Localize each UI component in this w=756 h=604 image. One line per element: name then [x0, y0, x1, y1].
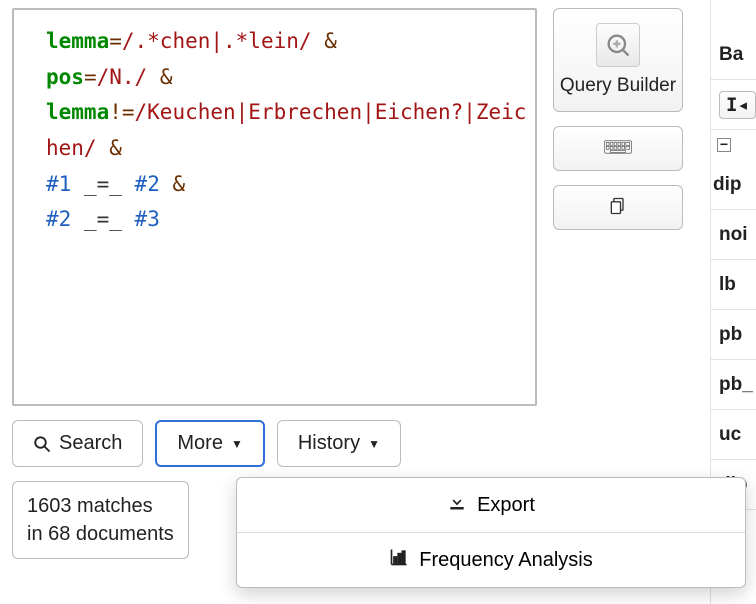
- skip-start-icon: I◂: [719, 91, 756, 119]
- search-icon: [33, 435, 51, 453]
- right-strip-row[interactable]: pb_: [711, 360, 756, 410]
- copy-button[interactable]: [553, 185, 683, 230]
- virtual-keyboard-button[interactable]: [553, 126, 683, 171]
- matches-count: 1603 matches: [27, 492, 174, 520]
- query-builder-label: Query Builder: [560, 75, 676, 97]
- documents-count: in 68 documents: [27, 520, 174, 548]
- right-strip-row[interactable]: Ba: [711, 30, 756, 80]
- right-strip-row[interactable]: pb: [711, 310, 756, 360]
- more-button[interactable]: More ▼: [155, 420, 264, 467]
- more-label: More: [177, 432, 223, 455]
- search-label: Search: [59, 432, 122, 455]
- more-dropdown: Export Frequency Analysis: [236, 477, 746, 588]
- collapse-icon[interactable]: −: [717, 138, 731, 152]
- right-strip-row[interactable]: uc: [711, 410, 756, 460]
- history-button[interactable]: History ▼: [277, 420, 401, 467]
- caret-down-icon: ▼: [368, 437, 380, 451]
- query-editor[interactable]: lemma=/.*chen|.*lein/ &pos=/N./ &lemma!=…: [12, 8, 537, 406]
- keyboard-icon: [604, 137, 632, 160]
- right-strip-row[interactable]: dip: [711, 160, 756, 210]
- caret-down-icon: ▼: [231, 437, 243, 451]
- copy-icon: [604, 196, 632, 219]
- right-strip-row[interactable]: I◂: [711, 80, 756, 130]
- barchart-icon: [389, 547, 409, 573]
- download-icon: [447, 492, 467, 518]
- results-summary: 1603 matches in 68 documents: [12, 481, 189, 559]
- export-label: Export: [477, 494, 535, 517]
- export-item[interactable]: Export: [237, 478, 745, 533]
- right-strip-row[interactable]: noi: [711, 210, 756, 260]
- frequency-label: Frequency Analysis: [419, 549, 592, 572]
- frequency-analysis-item[interactable]: Frequency Analysis: [237, 533, 745, 587]
- wrench-icon: [596, 23, 640, 67]
- query-builder-button[interactable]: Query Builder: [553, 8, 683, 112]
- right-strip-row[interactable]: lb: [711, 260, 756, 310]
- history-label: History: [298, 432, 360, 455]
- search-button[interactable]: Search: [12, 420, 143, 467]
